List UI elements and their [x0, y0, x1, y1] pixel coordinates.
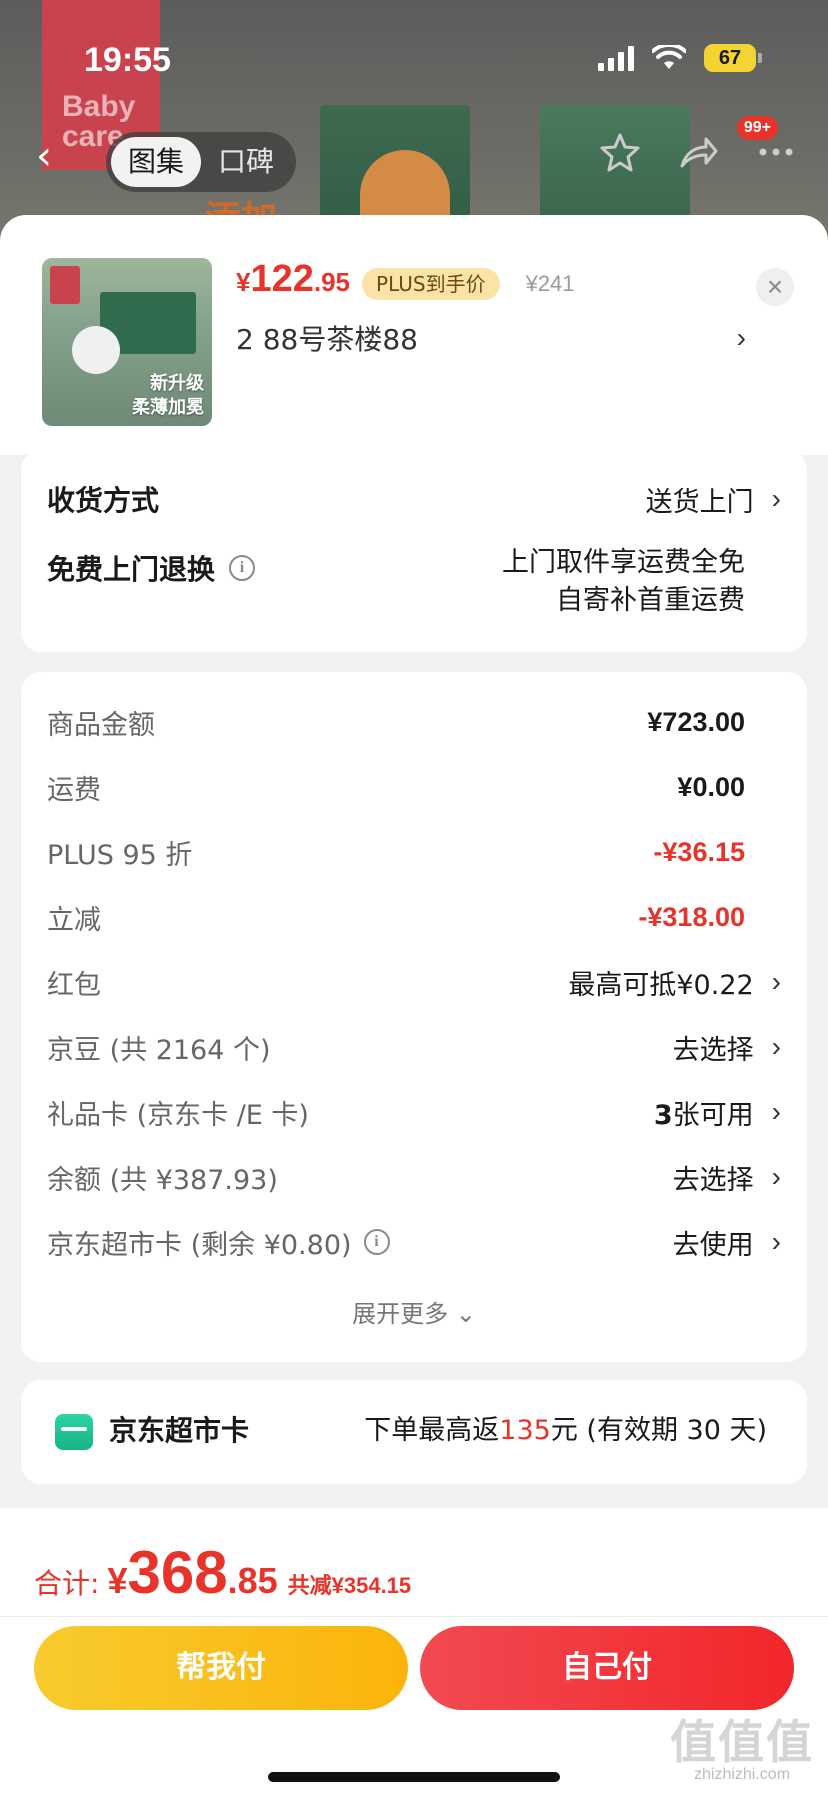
balance-value: 去选择 ›	[672, 1161, 781, 1196]
gift-card-row[interactable]: 礼品卡 (京东卡 /E 卡) 3张可用 ›	[47, 1092, 781, 1132]
supermarket-card-title: 京东超市卡	[109, 1414, 250, 1447]
watermark-logo: 值值值	[670, 1715, 814, 1769]
home-indicator[interactable]	[268, 1772, 560, 1782]
shipping-label: 运费	[47, 774, 101, 806]
top-nav: ‹ 图集 口碑 99+	[0, 116, 828, 192]
total-symbol: ¥	[107, 1560, 128, 1601]
red-packet-label: 红包	[47, 969, 101, 1001]
goods-amount-label: 商品金额	[47, 709, 155, 741]
product-price-row: ¥ 122 .95 PLUS到手价 ¥241	[236, 258, 575, 310]
supermarket-card-value: 去使用 ›	[672, 1226, 781, 1261]
status-icons: 67	[598, 44, 762, 72]
supermarket-card-row[interactable]: 京东超市卡 (剩余 ¥0.80) i 去使用 ›	[47, 1222, 781, 1262]
plus-discount-row: PLUS 95 折 -¥36.15	[47, 832, 781, 872]
plus-discount-label: PLUS 95 折	[47, 839, 193, 871]
info-icon[interactable]: i	[363, 1229, 390, 1255]
red-packet-value: 最高可抵¥0.22 ›	[568, 966, 781, 1001]
total-saved: 共减¥354.15	[287, 1573, 412, 1598]
total-label: 合计:	[34, 1567, 100, 1600]
jd-beans-label: 京豆 (共 2164 个)	[47, 1034, 271, 1066]
delivery-method-row[interactable]: 收货方式 送货上门 ›	[47, 474, 781, 524]
message-badge: 99+	[736, 116, 778, 140]
nav-actions: 99+	[598, 116, 798, 176]
shipping-value: ¥0.00	[677, 771, 745, 802]
back-icon[interactable]: ‹	[36, 136, 52, 176]
delivery-method-label: 收货方式	[47, 484, 160, 517]
jd-beans-value: 去选择 ›	[672, 1031, 781, 1066]
original-price: ¥241	[525, 271, 575, 296]
close-button[interactable]: ×	[756, 268, 794, 306]
free-return-row: 免费上门退换 i 上门取件享运费全免 自寄补首重运费	[47, 544, 781, 620]
shipping-row: 运费 ¥0.00	[47, 767, 781, 807]
free-return-label: 免费上门退换 i	[47, 544, 256, 588]
delivery-method-value: 送货上门 ›	[645, 483, 781, 518]
divider	[0, 1616, 828, 1617]
brand-logo	[50, 266, 80, 304]
goods-amount-value: ¥723.00	[647, 706, 745, 737]
wifi-icon	[652, 45, 686, 69]
goods-amount-row: 商品金额 ¥723.00	[47, 702, 781, 742]
delivery-card: 收货方式 送货上门 › 免费上门退换 i 上门取件享运费全免 自寄补首重运费	[21, 450, 807, 652]
card-icon	[55, 1414, 93, 1450]
total-decimal: .85	[227, 1560, 278, 1601]
balance-row[interactable]: 余额 (共 ¥387.93) 去选择 ›	[47, 1157, 781, 1197]
product-thumbnail: 新升级 柔薄加冕	[42, 258, 212, 426]
info-icon[interactable]: i	[229, 555, 256, 581]
share-icon[interactable]	[676, 130, 720, 174]
supermarket-card-desc: 下单最高返135元 (有效期 30 天)	[364, 1415, 767, 1446]
product-gallery-background: Baby care 添加 19:55 67 ‹ 图集 口碑	[0, 0, 828, 240]
thumb-caption: 新升级 柔薄加冕	[132, 373, 204, 418]
gift-card-label: 礼品卡 (京东卡 /E 卡)	[47, 1099, 309, 1131]
red-packet-row[interactable]: 红包 最高可抵¥0.22 ›	[47, 962, 781, 1002]
total-integer: 368	[127, 1539, 228, 1606]
tab-reviews[interactable]: 口碑	[201, 137, 291, 187]
spec-selector[interactable]: 2 88号茶楼88 ›	[236, 318, 746, 358]
checkout-bar: 合计: ¥ 368 .85 共减¥354.15 帮我付 自己付 值值值 zhiz…	[0, 1508, 828, 1796]
plus-price-tag: PLUS到手价	[362, 268, 500, 300]
selected-spec: 2 88号茶楼88	[236, 323, 418, 356]
chevron-down-icon: ⌄	[455, 1300, 476, 1328]
price-breakdown-card: 商品金额 ¥723.00 运费 ¥0.00 PLUS 95 折 -¥36.15 …	[21, 672, 807, 1362]
instant-discount-row: 立减 -¥318.00	[47, 897, 781, 937]
chevron-right-icon: ›	[771, 966, 781, 997]
battery-icon: 67	[704, 44, 762, 72]
chevron-right-icon: ›	[771, 1161, 781, 1192]
supermarket-card-label: 京东超市卡 (剩余 ¥0.80) i	[47, 1223, 390, 1262]
price-symbol: ¥	[236, 267, 251, 297]
free-return-desc: 上门取件享运费全免 自寄补首重运费	[502, 547, 745, 616]
star-icon[interactable]	[598, 130, 642, 174]
cellular-signal-icon	[598, 45, 634, 71]
chevron-right-icon: ›	[771, 1096, 781, 1127]
supermarket-card-promo[interactable]: 京东超市卡 下单最高返135元 (有效期 30 天)	[21, 1380, 807, 1484]
chevron-right-icon: ›	[771, 483, 781, 514]
help-me-pay-button[interactable]: 帮我付	[34, 1626, 408, 1710]
product-jar	[72, 326, 120, 374]
status-time: 19:55	[84, 41, 171, 79]
instant-discount-label: 立减	[47, 904, 101, 936]
more-menu[interactable]: 99+	[736, 116, 798, 176]
price-decimal: .95	[313, 267, 351, 297]
plus-discount-value: -¥36.15	[653, 836, 745, 867]
chevron-right-icon: ›	[771, 1226, 781, 1257]
expand-more-button[interactable]: 展开更多 ⌄	[21, 1294, 807, 1329]
gift-card-value: 3张可用 ›	[653, 1096, 781, 1131]
instant-discount-value: -¥318.00	[638, 901, 745, 932]
jd-beans-row[interactable]: 京豆 (共 2164 个) 去选择 ›	[47, 1027, 781, 1067]
chevron-right-icon: ›	[771, 1031, 781, 1062]
gallery-tabs: 图集 口碑	[106, 132, 296, 192]
total-row: 合计: ¥ 368 .85 共减¥354.15	[34, 1538, 411, 1607]
chevron-right-icon: ›	[736, 322, 746, 353]
balance-label: 余额 (共 ¥387.93)	[47, 1164, 278, 1196]
pay-myself-button[interactable]: 自己付	[420, 1626, 794, 1710]
tab-gallery[interactable]: 图集	[111, 137, 201, 187]
watermark: 值值值 zhizhizhi.com	[670, 1718, 814, 1784]
price-integer: 122	[250, 258, 314, 300]
